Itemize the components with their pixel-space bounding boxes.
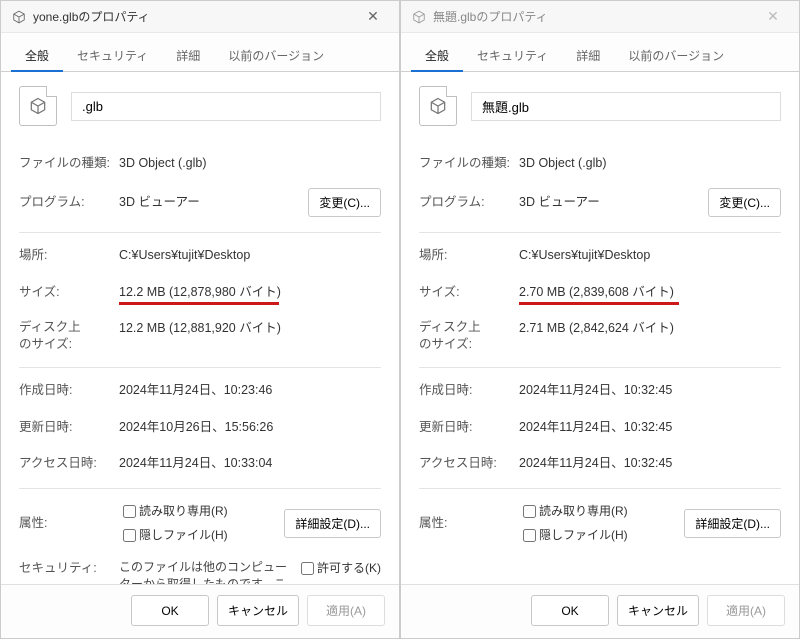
file-icon bbox=[419, 86, 457, 126]
tabs: 全般 セキュリティ 詳細 以前のバージョン bbox=[401, 33, 799, 72]
label-accessed: アクセス日時: bbox=[419, 454, 519, 473]
titlebar: yone.glbのプロパティ ✕ bbox=[1, 1, 399, 33]
dialog-footer: OK キャンセル 適用(A) bbox=[1, 584, 399, 638]
apply-button[interactable]: 適用(A) bbox=[707, 595, 785, 626]
label-disk-size: ディスク上のサイズ: bbox=[19, 319, 119, 352]
value-disk-size: 2.71 MB (2,842,624 バイト) bbox=[519, 319, 781, 338]
value-location: C:¥Users¥tujit¥Desktop bbox=[119, 246, 381, 265]
properties-dialog-left: yone.glbのプロパティ ✕ 全般 セキュリティ 詳細 以前のバージョン フ… bbox=[0, 0, 400, 639]
value-filetype: 3D Object (.glb) bbox=[119, 154, 381, 173]
tab-general[interactable]: 全般 bbox=[411, 41, 463, 72]
change-program-button[interactable]: 変更(C)... bbox=[708, 188, 781, 217]
value-size: 2.70 MB (2,839,608 バイト) bbox=[519, 283, 781, 302]
allow-checkbox[interactable] bbox=[301, 562, 314, 575]
separator bbox=[19, 232, 381, 233]
tab-previous-versions[interactable]: 以前のバージョン bbox=[614, 41, 738, 72]
label-modified: 更新日時: bbox=[19, 418, 119, 437]
value-program: 3D ビューアー bbox=[519, 193, 708, 212]
allow-checkbox-wrap[interactable]: 許可する(K) bbox=[301, 559, 381, 577]
readonly-checkbox-wrap[interactable]: 読み取り専用(R) bbox=[123, 502, 228, 520]
security-text: このファイルは他のコンピューターから取得したものです。このコンピューターを保護す… bbox=[119, 559, 301, 584]
file-type-icon bbox=[411, 9, 427, 25]
readonly-checkbox-wrap[interactable]: 読み取り専用(R) bbox=[523, 502, 628, 520]
label-filetype: ファイルの種類: bbox=[419, 154, 519, 173]
hidden-checkbox[interactable] bbox=[123, 529, 136, 542]
label-location: 場所: bbox=[419, 246, 519, 265]
dialog-title: yone.glbのプロパティ bbox=[33, 8, 355, 25]
value-disk-size: 12.2 MB (12,881,920 バイト) bbox=[119, 319, 381, 338]
apply-button[interactable]: 適用(A) bbox=[307, 595, 385, 626]
label-accessed: アクセス日時: bbox=[19, 454, 119, 473]
highlight-underline bbox=[119, 302, 279, 305]
ok-button[interactable]: OK bbox=[131, 595, 209, 626]
value-filetype: 3D Object (.glb) bbox=[519, 154, 781, 173]
tab-general[interactable]: 全般 bbox=[11, 41, 63, 72]
tab-details[interactable]: 詳細 bbox=[162, 41, 214, 72]
general-tab-content: ファイルの種類:3D Object (.glb) プログラム: 3D ビューアー… bbox=[401, 72, 799, 584]
properties-dialog-right: 無題.glbのプロパティ ✕ 全般 セキュリティ 詳細 以前のバージョン ファイ… bbox=[400, 0, 800, 639]
change-program-button[interactable]: 変更(C)... bbox=[308, 188, 381, 217]
label-attributes: 属性: bbox=[419, 514, 519, 533]
value-size: 12.2 MB (12,878,980 バイト) bbox=[119, 283, 381, 302]
value-modified: 2024年11月24日、10:32:45 bbox=[519, 418, 781, 437]
separator bbox=[19, 488, 381, 489]
advanced-button[interactable]: 詳細設定(D)... bbox=[684, 509, 781, 538]
value-created: 2024年11月24日、10:23:46 bbox=[119, 381, 381, 400]
close-button[interactable]: ✕ bbox=[755, 3, 791, 31]
close-button[interactable]: ✕ bbox=[355, 3, 391, 31]
dialog-footer: OK キャンセル 適用(A) bbox=[401, 584, 799, 638]
tab-previous-versions[interactable]: 以前のバージョン bbox=[214, 41, 338, 72]
label-disk-size: ディスク上のサイズ: bbox=[419, 319, 519, 352]
label-size: サイズ: bbox=[419, 283, 519, 302]
value-created: 2024年11月24日、10:32:45 bbox=[519, 381, 781, 400]
label-program: プログラム: bbox=[419, 193, 519, 212]
label-created: 作成日時: bbox=[419, 381, 519, 400]
hidden-checkbox-wrap[interactable]: 隠しファイル(H) bbox=[123, 526, 228, 544]
tab-security[interactable]: セキュリティ bbox=[63, 41, 162, 72]
general-tab-content: ファイルの種類:3D Object (.glb) プログラム: 3D ビューアー… bbox=[1, 72, 399, 584]
tab-security[interactable]: セキュリティ bbox=[463, 41, 562, 72]
file-icon bbox=[19, 86, 57, 126]
separator bbox=[419, 488, 781, 489]
label-location: 場所: bbox=[19, 246, 119, 265]
label-size: サイズ: bbox=[19, 283, 119, 302]
highlight-underline bbox=[519, 302, 679, 305]
dialog-title: 無題.glbのプロパティ bbox=[433, 8, 755, 25]
label-created: 作成日時: bbox=[19, 381, 119, 400]
separator bbox=[19, 367, 381, 368]
readonly-checkbox[interactable] bbox=[123, 505, 136, 518]
titlebar: 無題.glbのプロパティ ✕ bbox=[401, 1, 799, 33]
ok-button[interactable]: OK bbox=[531, 595, 609, 626]
value-location: C:¥Users¥tujit¥Desktop bbox=[519, 246, 781, 265]
readonly-checkbox[interactable] bbox=[523, 505, 536, 518]
label-modified: 更新日時: bbox=[419, 418, 519, 437]
advanced-button[interactable]: 詳細設定(D)... bbox=[284, 509, 381, 538]
label-program: プログラム: bbox=[19, 193, 119, 212]
filename-input[interactable] bbox=[471, 92, 781, 121]
value-modified: 2024年10月26日、15:56:26 bbox=[119, 418, 381, 437]
filename-input[interactable] bbox=[71, 92, 381, 121]
hidden-checkbox-wrap[interactable]: 隠しファイル(H) bbox=[523, 526, 628, 544]
cancel-button[interactable]: キャンセル bbox=[617, 595, 699, 626]
separator bbox=[419, 367, 781, 368]
value-accessed: 2024年11月24日、10:33:04 bbox=[119, 454, 381, 473]
separator bbox=[419, 232, 781, 233]
value-accessed: 2024年11月24日、10:32:45 bbox=[519, 454, 781, 473]
value-program: 3D ビューアー bbox=[119, 193, 308, 212]
tab-details[interactable]: 詳細 bbox=[562, 41, 614, 72]
cancel-button[interactable]: キャンセル bbox=[217, 595, 299, 626]
label-filetype: ファイルの種類: bbox=[19, 154, 119, 173]
file-type-icon bbox=[11, 9, 27, 25]
tabs: 全般 セキュリティ 詳細 以前のバージョン bbox=[1, 33, 399, 72]
label-attributes: 属性: bbox=[19, 514, 119, 533]
hidden-checkbox[interactable] bbox=[523, 529, 536, 542]
label-security: セキュリティ: bbox=[19, 559, 119, 578]
